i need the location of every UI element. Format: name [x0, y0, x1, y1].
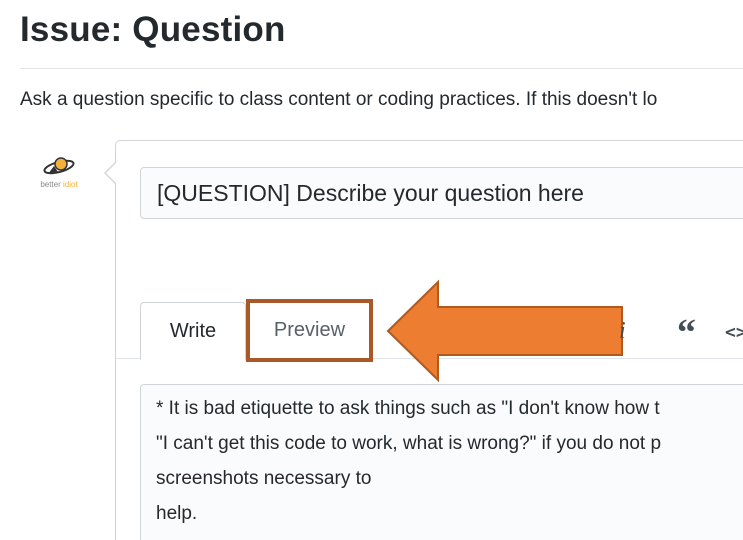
planet-logo-icon — [43, 157, 75, 175]
code-icon[interactable]: <> — [725, 322, 743, 343]
body-line: screenshots necessary to — [156, 468, 372, 489]
orange-arrow-annotation — [386, 280, 623, 383]
italic-icon[interactable]: i — [619, 318, 626, 345]
avatar-text-better: better — [40, 180, 63, 189]
issue-title-input[interactable] — [140, 167, 743, 219]
tab-preview[interactable]: Preview — [246, 299, 373, 362]
page-title: Issue: Question — [20, 10, 286, 49]
divider — [20, 68, 743, 69]
body-line: help. — [156, 503, 198, 524]
issue-body-textarea[interactable]: * It is bad etiquette to ask things such… — [140, 384, 743, 540]
tab-write-label: Write — [169, 319, 217, 342]
body-line: "I can't get this code to work, what is … — [156, 433, 662, 454]
tab-preview-label: Preview — [273, 319, 346, 341]
avatar[interactable]: better idiot — [28, 152, 90, 192]
body-line: * It is bad etiquette to ask things such… — [156, 398, 660, 419]
template-description: Ask a question specific to class content… — [20, 89, 658, 110]
quote-icon[interactable]: “ — [677, 314, 696, 352]
page: Issue: Question Ask a question specific … — [0, 0, 743, 540]
form-caret-inner — [106, 163, 116, 183]
tab-write[interactable]: Write — [140, 302, 246, 360]
avatar-text: better idiot — [28, 180, 90, 189]
avatar-text-idiot: idiot — [63, 180, 78, 189]
